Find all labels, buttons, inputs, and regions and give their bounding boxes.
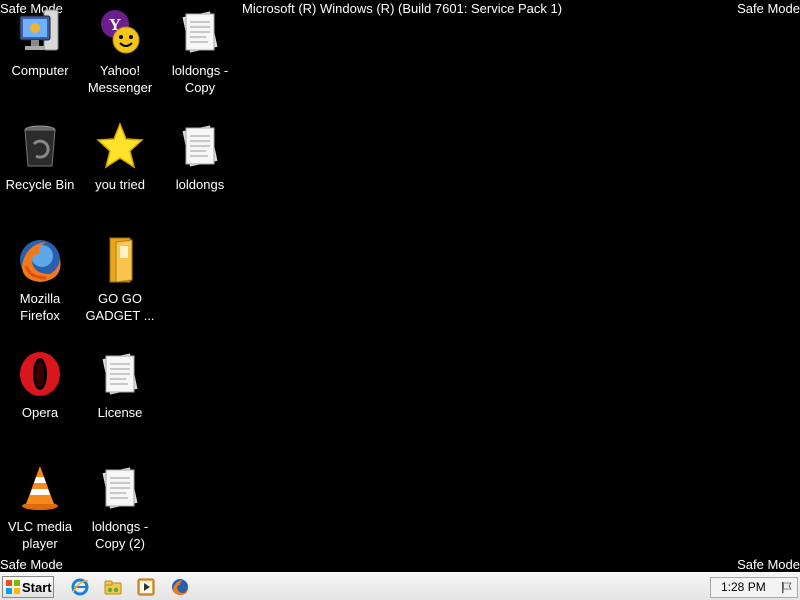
windows-logo-icon — [6, 580, 20, 594]
desktop-icon-computer[interactable]: Computer — [0, 8, 80, 79]
desktop-icon-loldongs-copy-2[interactable]: loldongs - Copy (2) — [80, 464, 160, 552]
star-icon — [96, 121, 144, 169]
media-player-icon[interactable] — [137, 578, 155, 596]
internet-explorer-icon[interactable] — [71, 578, 89, 596]
desktop-icon-label: Yahoo! Messenger — [87, 63, 153, 95]
desktop-icon-you-tried[interactable]: you tried — [80, 121, 160, 193]
text-document-icon — [182, 125, 218, 167]
text-document-icon — [102, 353, 138, 395]
desktop-icon-yahoo-messenger[interactable]: Y Yahoo! Messenger — [80, 8, 160, 96]
desktop-icon-mozilla-firefox[interactable]: Mozilla Firefox — [0, 236, 80, 324]
start-button[interactable]: Start — [2, 576, 54, 598]
desktop-icon-loldongs[interactable]: loldongs — [160, 122, 240, 193]
desktop-icon-label: loldongs - Copy — [171, 63, 229, 95]
vlc-icon — [22, 466, 58, 510]
clock[interactable]: 1:28 PM — [721, 580, 766, 594]
text-document-icon — [182, 11, 218, 53]
desktop-icon-vlc-media-player[interactable]: VLC media player — [0, 464, 80, 552]
desktop-icon-label: GO GO GADGET ... — [85, 291, 155, 323]
desktop-icon-go-go-gadget[interactable]: GO GO GADGET ... — [80, 236, 160, 324]
safe-mode-label-top-right: Safe Mode — [737, 1, 800, 16]
desktop-icon-loldongs-copy[interactable]: loldongs - Copy — [160, 8, 240, 96]
desktop-icon-label: Recycle Bin — [5, 177, 75, 192]
desktop-icon-label: loldongs — [175, 177, 225, 192]
desktop-icon-label: License — [97, 405, 143, 420]
opera-icon — [20, 352, 60, 396]
yahoo-messenger-icon: Y — [101, 10, 140, 54]
desktop-icon-label: loldongs - Copy (2) — [91, 519, 149, 551]
desktop-icon-opera[interactable]: Opera — [0, 350, 80, 421]
desktop-icon-license[interactable]: License — [80, 350, 160, 421]
desktop-icon-label: Opera — [21, 405, 59, 420]
explorer-folder-icon[interactable] — [104, 578, 122, 596]
safe-mode-label-bottom-left: Safe Mode — [0, 557, 63, 572]
desktop-icon-label: VLC media player — [7, 519, 73, 551]
desktop-icon-label: Computer — [11, 63, 69, 78]
desktop-icon-label: Mozilla Firefox — [19, 291, 61, 323]
desktop-icon-recycle-bin[interactable]: Recycle Bin — [0, 122, 80, 193]
safe-mode-label-bottom-right: Safe Mode — [737, 557, 800, 572]
firefox-icon — [20, 240, 61, 282]
computer-icon — [19, 9, 59, 51]
start-button-label: Start — [22, 580, 52, 595]
windows-build-text: Microsoft (R) Windows (R) (Build 7601: S… — [242, 1, 563, 16]
folder-icon — [109, 237, 133, 283]
notification-area: 1:28 PM — [710, 577, 798, 598]
desktop-icon-label: you tried — [95, 177, 145, 192]
firefox-icon[interactable] — [171, 578, 189, 596]
text-document-icon — [102, 467, 138, 509]
action-center-flag-icon[interactable] — [780, 581, 793, 594]
recycle-bin-icon — [24, 125, 56, 167]
taskbar: Start 1:28 PM — [0, 572, 800, 600]
